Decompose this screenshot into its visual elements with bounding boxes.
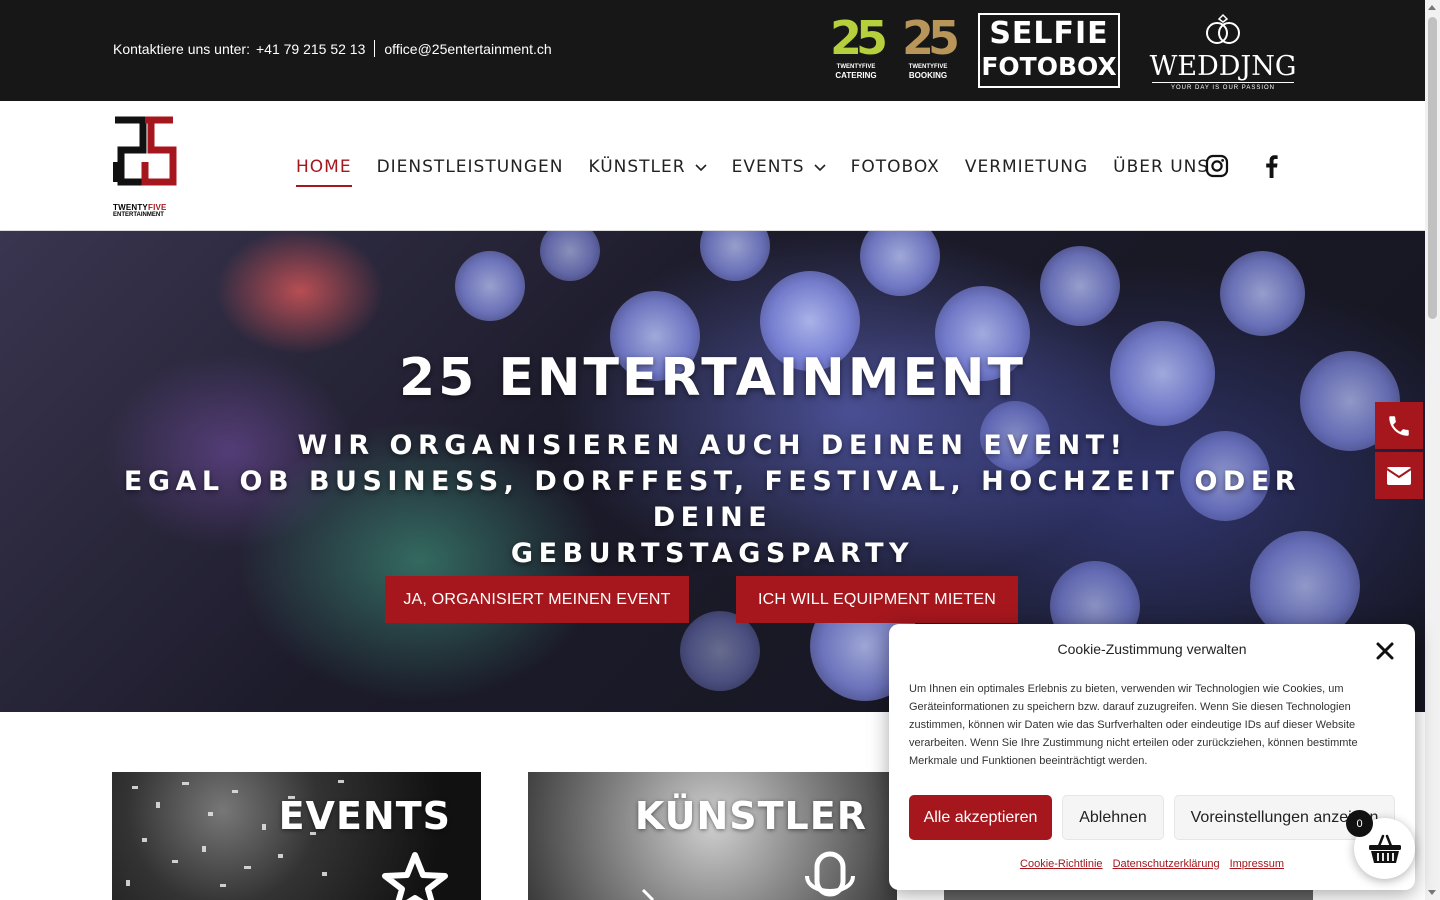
catering-logo[interactable]: 25 TWENTYFIVE CATERING (830, 11, 888, 89)
hero-subtitle-line2: EGAL OB BUSINESS, DORFFEST, FESTIVAL, HO… (123, 466, 1302, 533)
wedding-logo[interactable]: WEDDJNG YOUR DAY IS OUR PASSION (1146, 13, 1300, 91)
cookie-policy-link[interactable]: Cookie-Richtlinie (1020, 858, 1103, 870)
events-card[interactable]: EVENTS (112, 772, 481, 900)
bokeh-light (700, 231, 770, 281)
logo-text-five: FIVE (147, 203, 167, 212)
bokeh-light (860, 231, 940, 296)
scroll-down-arrow[interactable] (1428, 890, 1436, 895)
bokeh-light (1220, 251, 1305, 336)
booking-logo-mark: 25 (902, 11, 960, 65)
site-logo[interactable]: TWENTYFIVE ENTERTAINMENT (111, 116, 177, 219)
cookie-dialog-title: Cookie-Zustimmung verwalten (1057, 641, 1247, 657)
booking-logo-text2: BOOKING (908, 71, 948, 80)
main-header: TWENTYFIVE ENTERTAINMENT HOME DIENSTLEIS… (0, 101, 1425, 231)
wedding-logo-name: WEDDJNG (1149, 51, 1297, 82)
organize-event-button[interactable]: JA, ORGANISIERT MEINEN EVENT (385, 576, 689, 623)
bokeh-light (680, 611, 760, 691)
chevron-down-icon (695, 164, 707, 172)
nav-dienstleistungen-label: DIENSTLEISTUNGEN (376, 157, 564, 177)
nav-vermietung-label: VERMIETUNG (964, 157, 1089, 177)
close-icon[interactable] (1375, 641, 1395, 661)
cart-count-badge: 0 (1346, 810, 1373, 837)
bokeh-light (1040, 246, 1120, 326)
side-phone-button[interactable] (1375, 402, 1423, 449)
cookie-dialog-text: Um Ihnen ein optimales Erlebnis zu biete… (909, 683, 1358, 767)
nav-home[interactable]: HOME (296, 153, 352, 187)
nav-home-label: HOME (296, 157, 352, 177)
contact-prefix: Kontaktiere uns unter: (113, 40, 250, 57)
accept-all-button[interactable]: Alle akzeptieren (909, 795, 1052, 840)
rings-icon (1206, 13, 1240, 44)
scrollbar-thumb[interactable] (1428, 17, 1437, 319)
facebook-icon[interactable] (1260, 154, 1284, 178)
booking-logo[interactable]: 25 TWENTYFIVE BOOKING (902, 11, 960, 89)
email-link[interactable]: office@25entertainment.ch (384, 41, 551, 57)
booking-logo-text1: TWENTYFIVE (908, 64, 948, 70)
catering-logo-text2: CATERING (835, 71, 877, 80)
kuenstler-card-title: KÜNSTLER (634, 794, 867, 838)
contact-divider (374, 40, 376, 57)
rent-equipment-button[interactable]: ICH WILL EQUIPMENT MIETEN (736, 576, 1018, 623)
hero-subtitle-line3: GEBURTSTAGSPARTY (510, 538, 915, 569)
kuenstler-card[interactable]: KÜNSTLER (528, 772, 897, 900)
cookie-consent-dialog: Cookie-Zustimmung verwalten Um Ihnen ein… (889, 624, 1415, 890)
chevron-down-icon (814, 164, 826, 172)
basket-icon (1368, 834, 1401, 863)
decline-button[interactable]: Ablehnen (1062, 795, 1164, 840)
selfie-fotobox-logo[interactable]: SELFIE FOTOBOX (978, 13, 1120, 88)
logo-text-sub: ENTERTAINMENT (113, 212, 164, 218)
bokeh-light (455, 251, 525, 321)
nav-events[interactable]: EVENTS (732, 153, 826, 181)
envelope-icon (1386, 466, 1412, 485)
star-icon (382, 852, 448, 900)
phone-icon (1389, 415, 1409, 436)
scroll-up-arrow[interactable] (1428, 5, 1436, 10)
main-nav: HOME DIENSTLEISTUNGEN KÜNSTLER EVENTS FO… (296, 153, 1234, 187)
instagram-icon[interactable] (1205, 154, 1229, 178)
page-scrollbar[interactable] (1425, 0, 1440, 900)
nav-ueber-uns-label: ÜBER UNS (1113, 157, 1210, 177)
nav-kuenstler[interactable]: KÜNSTLER (589, 153, 707, 181)
nav-kuenstler-label: KÜNSTLER (588, 157, 686, 177)
wedding-logo-tagline: YOUR DAY IS OUR PASSION (1152, 82, 1294, 93)
imprint-link[interactable]: Impressum (1230, 858, 1284, 870)
catering-logo-mark: 25 (830, 11, 888, 65)
nav-fotobox[interactable]: FOTOBOX (851, 153, 940, 181)
phone-link[interactable]: +41 79 215 52 13 (256, 41, 365, 57)
hero-subtitle-line1: WIR ORGANISIEREN AUCH DEINEN EVENT! (297, 430, 1128, 461)
events-card-title: EVENTS (278, 794, 451, 838)
nav-fotobox-label: FOTOBOX (850, 157, 940, 177)
nav-ueber-uns[interactable]: ÜBER UNS (1113, 153, 1209, 181)
logo-mark (111, 116, 177, 186)
top-bar: Kontaktiere uns unter: +41 79 215 52 13 … (0, 0, 1425, 101)
nav-events-label: EVENTS (731, 157, 805, 177)
contact-info: Kontaktiere uns unter: +41 79 215 52 13 … (113, 40, 552, 57)
nav-vermietung[interactable]: VERMIETUNG (965, 153, 1088, 181)
hero-subtitle: WIR ORGANISIEREN AUCH DEINEN EVENT! EGAL… (120, 428, 1305, 572)
catering-logo-text1: TWENTYFIVE (836, 64, 876, 70)
side-email-button[interactable] (1375, 452, 1423, 499)
cookie-links: Cookie-Richtlinie Datenschutzerklärung I… (889, 858, 1415, 870)
logo-text-main: TWENTYFIVE (113, 203, 177, 212)
privacy-policy-link[interactable]: Datenschutzerklärung (1113, 858, 1220, 870)
hero-title: 25 ENTERTAINMENT (398, 348, 1026, 408)
bokeh-light (540, 231, 600, 281)
selfie-logo-line1: SELFIE (989, 16, 1109, 51)
selfie-logo-line2: FOTOBOX (981, 52, 1117, 81)
nav-dienstleistungen[interactable]: DIENSTLEISTUNGEN (377, 153, 564, 181)
page: Kontaktiere uns unter: +41 79 215 52 13 … (0, 0, 1440, 900)
logo-text-twenty: TWENTY (113, 203, 148, 212)
